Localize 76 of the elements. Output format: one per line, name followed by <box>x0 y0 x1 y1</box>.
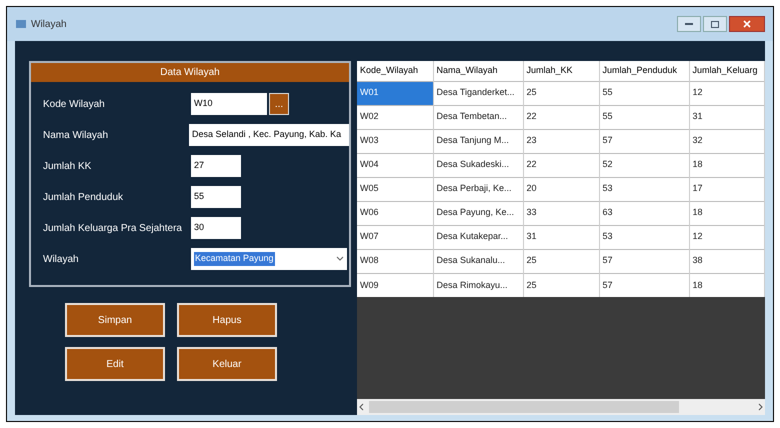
table-cell: Desa Kutakepar... <box>433 225 523 249</box>
table-cell: 25 <box>523 273 599 297</box>
table-cell: 17 <box>689 177 764 201</box>
field-label: Jumlah KK <box>43 160 92 174</box>
table-cell: 18 <box>689 201 764 225</box>
scrollbar-thumb[interactable] <box>369 401 679 413</box>
table-cell: Desa Tanjung M... <box>433 129 523 153</box>
table-cell: W02 <box>357 105 433 129</box>
table-cell: W04 <box>357 153 433 177</box>
table-cell: 53 <box>599 177 689 201</box>
table-cell: 53 <box>599 225 689 249</box>
table-cell: Desa Perbaji, Ke... <box>433 177 523 201</box>
table-cell: 57 <box>599 273 689 297</box>
column-header[interactable]: Jumlah_Penduduk <box>599 61 689 81</box>
horizontal-scrollbar[interactable] <box>357 399 765 415</box>
table-cell: W09 <box>357 273 433 297</box>
column-header[interactable]: Jumlah_KK <box>523 61 599 81</box>
table-cell: W03 <box>357 129 433 153</box>
input-field[interactable]: Desa Selandi , Kec. Payung, Kab. Ka <box>189 124 349 146</box>
table-cell: 63 <box>599 201 689 225</box>
form-button[interactable]: Keluar <box>177 347 277 381</box>
table-cell: Desa Rimokayu... <box>433 273 523 297</box>
table-cell: 32 <box>689 129 764 153</box>
minimize-button[interactable] <box>677 16 701 32</box>
table-cell: Desa Tembetan... <box>433 105 523 129</box>
column-header[interactable]: Kode_Wilayah <box>357 61 433 81</box>
table-cell: 18 <box>689 153 764 177</box>
form-button[interactable]: Hapus <box>177 303 277 337</box>
group-header: Data Wilayah <box>31 63 349 82</box>
table-cell: 55 <box>599 105 689 129</box>
table-cell: 12 <box>689 225 764 249</box>
table-cell: 52 <box>599 153 689 177</box>
table-cell: Desa Payung, Ke... <box>433 201 523 225</box>
table-cell: W01 <box>357 81 433 105</box>
table-cell: 33 <box>523 201 599 225</box>
table-cell: 25 <box>523 249 599 273</box>
dropdown[interactable]: Kecamatan Payung <box>191 248 347 270</box>
table-cell: 55 <box>599 81 689 105</box>
table-cell: 31 <box>523 225 599 249</box>
table-cell: 38 <box>689 249 764 273</box>
field-label: Jumlah Penduduk <box>43 190 124 204</box>
table-cell: 22 <box>523 153 599 177</box>
table-cell: 20 <box>523 177 599 201</box>
table-cell: Desa Sukanalu... <box>433 249 523 273</box>
field-label: Jumlah Keluarga Pra Sejahtera <box>43 222 183 236</box>
form-button[interactable]: Simpan <box>65 303 165 337</box>
lookup-button[interactable]: ... <box>269 93 289 115</box>
table-cell: 18 <box>689 273 764 297</box>
input-field[interactable]: 30 <box>191 217 241 239</box>
input-field[interactable]: 55 <box>191 186 241 208</box>
input-field[interactable]: 27 <box>191 155 241 177</box>
form-button[interactable]: Edit <box>65 347 165 381</box>
table-cell: Desa Tiganderket... <box>433 81 523 105</box>
field-label: Kode Wilayah <box>43 98 106 112</box>
field-label: Wilayah <box>43 252 80 266</box>
column-header[interactable]: Jumlah_Keluarg <box>689 61 764 81</box>
table-cell: W07 <box>357 225 433 249</box>
table-cell: 22 <box>523 105 599 129</box>
table-cell: Desa Sukadeski... <box>433 153 523 177</box>
table-cell: W08 <box>357 249 433 273</box>
table-cell: 12 <box>689 81 764 105</box>
maximize-button[interactable] <box>703 16 727 32</box>
close-icon <box>743 20 751 28</box>
table-cell: W05 <box>357 177 433 201</box>
field-label: Nama Wilayah <box>43 128 110 142</box>
table-cell: 31 <box>689 105 764 129</box>
input-field[interactable]: W10 <box>191 93 267 115</box>
table-cell: 23 <box>523 129 599 153</box>
table-cell: 57 <box>599 129 689 153</box>
app-icon <box>15 18 27 30</box>
close-button[interactable] <box>729 16 765 32</box>
table-cell: W06 <box>357 201 433 225</box>
column-header[interactable]: Nama_Wilayah <box>433 61 523 81</box>
window-title: Wilayah <box>31 18 67 32</box>
table-cell: 25 <box>523 81 599 105</box>
table-cell: 57 <box>599 249 689 273</box>
